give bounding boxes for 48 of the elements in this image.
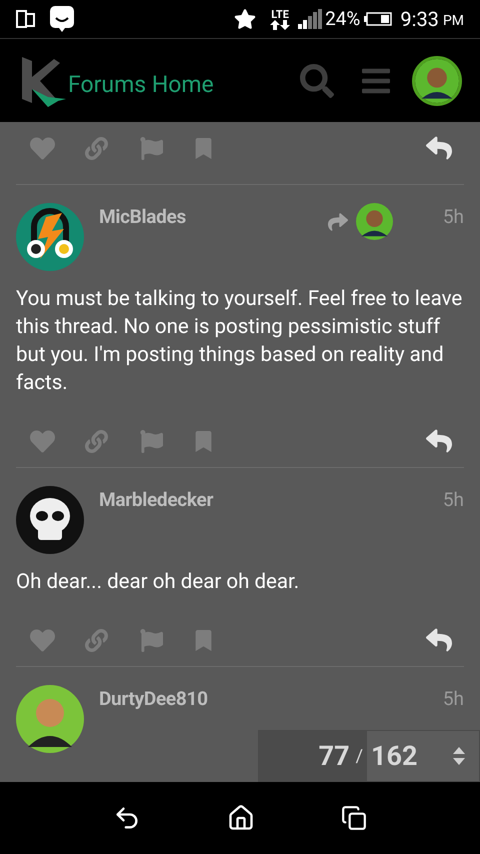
data-arrows-icon [270,20,290,30]
like-icon[interactable] [30,136,55,160]
battery-icon [364,12,392,26]
reply-icon[interactable] [426,627,452,653]
clock-meridiem: PM [442,12,464,30]
post-time: 5h [442,204,464,230]
separator: / [356,744,363,768]
bookmark-icon[interactable] [193,430,214,452]
author-name[interactable]: MicBlades [99,203,186,232]
reply-to-icon [328,212,348,232]
link-icon[interactable] [85,430,108,452]
author-name[interactable]: DurtyDee810 [99,685,208,714]
recent-apps-icon[interactable] [341,805,367,831]
flag-icon[interactable] [140,430,163,452]
post-text: You must be talking to yourself. Feel free to leave this thread. No one is posting pessimistic stuff but you. I'm posting things based on reality and facts. [16,286,464,397]
author-name[interactable]: Marbledecker [99,486,214,514]
network-type: LTE [271,8,289,20]
avatar [16,685,84,753]
chat-icon [50,6,74,32]
post-time: 5h [442,686,464,712]
reply-icon[interactable] [426,135,452,161]
home-icon[interactable] [227,804,255,832]
avatar [16,486,84,554]
like-icon[interactable] [30,628,55,652]
like-icon[interactable] [30,428,55,454]
search-icon[interactable] [300,64,334,98]
tablet-icon [16,10,36,28]
avatar [356,203,393,240]
star-icon [234,8,256,30]
post-text: Oh dear... dear oh dear oh dear. [16,569,300,596]
link-icon[interactable] [85,136,108,160]
total-posts: 162 [371,738,418,774]
sort-arrows-icon[interactable] [453,747,465,765]
flag-icon[interactable] [140,628,163,652]
avatar [16,203,84,271]
bookmark-icon[interactable] [193,630,214,650]
forums-home-link[interactable]: Forums Home [68,68,214,103]
flag-icon[interactable] [140,136,163,160]
post-time: 5h [442,487,464,513]
timeline-scroller[interactable]: 77 / 162 [258,730,480,782]
signal-icon [298,9,322,29]
current-post-number: 77 [318,738,350,774]
link-icon[interactable] [85,628,108,652]
bookmark-icon[interactable] [193,138,214,158]
avatar [415,58,459,102]
battery-percent: 24% [325,6,360,32]
clock: 9:33 [400,6,439,33]
reply-icon[interactable] [426,428,452,454]
